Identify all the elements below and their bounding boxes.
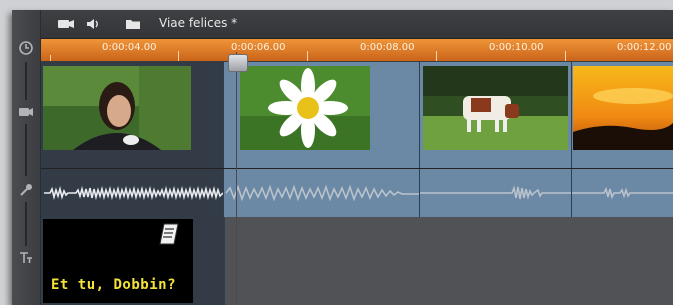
ruler-timecode: 0:00:12.00 [617, 42, 672, 53]
folder-icon[interactable] [125, 16, 141, 32]
clip-thumbnail [423, 66, 568, 150]
clip-thumbnail [240, 66, 370, 150]
ruler-timecode: 0:00:06.00 [231, 42, 286, 53]
audio-clip[interactable] [41, 169, 225, 217]
audio-track [41, 168, 673, 218]
title-clip[interactable]: Et tu, Dobbin? [41, 217, 225, 305]
track-divider [25, 202, 27, 246]
ruler-tick [50, 55, 51, 61]
speaker-icon[interactable] [85, 16, 101, 32]
video-clip-cow[interactable] [419, 62, 573, 168]
clock-icon[interactable] [17, 40, 35, 58]
video-clip-sunset[interactable] [571, 62, 673, 168]
timeline-toolbar: Viae felices * [41, 10, 673, 39]
clip-thumbnail [573, 66, 673, 150]
camera-icon[interactable] [57, 16, 74, 32]
title-track: Et tu, Dobbin? [41, 217, 673, 305]
timeline-window: Viae felices * 0:00:04.00 0:00:06.00 0:0… [12, 10, 673, 305]
ruler-tick [307, 51, 308, 61]
audio-clip[interactable] [223, 169, 421, 217]
video-clip-daisy[interactable] [223, 62, 421, 168]
ruler-timecode: 0:00:08.00 [360, 42, 415, 53]
track-divider [25, 62, 27, 100]
timeline-ruler[interactable]: 0:00:04.00 0:00:06.00 0:00:08.00 0:00:10… [41, 39, 673, 61]
title-clip-text: Et tu, Dobbin? [51, 277, 177, 293]
clip-thumbnail [43, 66, 191, 150]
track-header-sidebar [12, 10, 41, 305]
project-title: Viae felices * [159, 16, 238, 30]
video-track [41, 62, 673, 187]
clip-thumbnail: Et tu, Dobbin? [43, 219, 193, 303]
ruler-tick [565, 51, 566, 61]
title-document-icon [159, 223, 179, 249]
audio-clip[interactable] [571, 169, 673, 217]
ruler-timecode: 0:00:04.00 [102, 42, 157, 53]
playhead-handle[interactable] [228, 54, 248, 72]
video-clip-woman[interactable] [41, 62, 225, 168]
title-icon[interactable] [17, 250, 35, 268]
video-camera-icon[interactable] [17, 104, 35, 122]
track-divider [25, 124, 27, 176]
ruler-timecode: 0:00:10.00 [489, 42, 544, 53]
ruler-tick [436, 51, 437, 61]
playhead-line [236, 52, 237, 305]
microphone-icon[interactable] [17, 182, 35, 200]
audio-clip[interactable] [419, 169, 573, 217]
ruler-tick [178, 51, 179, 61]
